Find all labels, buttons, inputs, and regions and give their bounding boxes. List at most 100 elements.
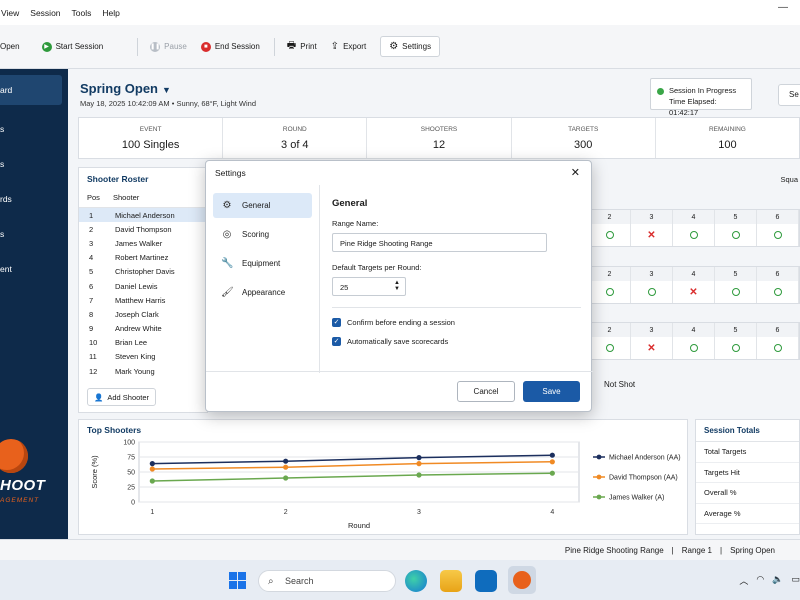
print-button[interactable]: 🖶 Print — [287, 38, 317, 55]
score-cell[interactable]: ✕ — [631, 224, 673, 246]
sidebar-item-5[interactable]: s — [0, 216, 68, 251]
score-cell[interactable] — [631, 281, 673, 303]
sidebar-item-3[interactable]: s — [0, 146, 68, 181]
battery-icon[interactable]: ▭ — [791, 574, 800, 587]
table-row[interactable]: 9 Andrew White — [79, 322, 207, 336]
roster-list: 1 Michael Anderson 2 David Thompson 3 James W… — [79, 208, 207, 378]
table-row[interactable]: 7 Matthew Harris — [79, 293, 207, 307]
row-pos: 4 — [89, 253, 94, 263]
table-row[interactable]: 12 Mark Young — [79, 364, 207, 378]
close-icon[interactable]: ✕ — [571, 166, 580, 179]
header-right-button[interactable]: Se — [778, 84, 800, 106]
x-tick-label: 3 — [417, 509, 421, 516]
taskbar-search[interactable]: ⌕ Search — [258, 570, 396, 592]
nav-equipment[interactable]: 🔧 Equipment — [213, 251, 312, 276]
data-point — [416, 461, 422, 467]
totals-row: Total Targets — [696, 442, 799, 463]
sidebar-item-dashboard[interactable]: ard — [0, 75, 62, 105]
chevron-up-icon[interactable]: ︿ — [739, 574, 748, 587]
end-session-button[interactable]: ■ End Session — [200, 41, 260, 52]
nav-label: General — [242, 201, 271, 210]
default-targets-stepper[interactable]: 25 ▲ ▼ — [332, 277, 406, 296]
event-selector[interactable]: Spring Open ▼ — [80, 81, 171, 96]
table-row[interactable]: 10 Brian Lee — [79, 336, 207, 350]
open-button[interactable]: Open — [0, 42, 20, 51]
top-shooters-panel: Top Shooters 0 25 50 75 100 1 2 3 4 Round Score (%… — [78, 419, 688, 535]
save-button[interactable]: Save — [523, 381, 580, 402]
stat-round: ROUND 3 of 4 — [223, 118, 368, 158]
data-point — [283, 458, 289, 464]
target-number: 4 — [673, 267, 715, 281]
table-row[interactable]: 11 Steven King — [79, 350, 207, 364]
export-button[interactable]: ⇪ Export — [331, 41, 367, 52]
status-range-number: Range 1 — [681, 545, 712, 555]
table-row[interactable]: 3 James Walker — [79, 236, 207, 250]
table-row[interactable]: 6 Daniel Lewis — [79, 279, 207, 293]
start-session-button[interactable]: ▶ Start Session — [41, 41, 103, 52]
score-block-header: 23456 — [589, 210, 799, 224]
row-shooter-name: James Walker — [115, 238, 163, 248]
nav-scoring[interactable]: ◎ Scoring — [213, 222, 312, 247]
settings-button[interactable]: ⚙ Settings — [380, 36, 441, 57]
volume-icon[interactable]: 🔈 — [772, 574, 783, 587]
legend-label: Michael Anderson (AA) — [609, 455, 681, 462]
target-number: 5 — [715, 323, 757, 337]
file-explorer-icon[interactable] — [440, 570, 462, 592]
menu-view[interactable]: View — [1, 8, 30, 18]
wifi-icon[interactable]: ◠ — [756, 574, 764, 587]
page-title: Spring Open — [80, 81, 158, 96]
col-shooter[interactable]: Shooter — [113, 193, 139, 202]
data-point — [283, 464, 289, 470]
app-taskbar-icon[interactable] — [508, 566, 536, 594]
cancel-button[interactable]: Cancel — [457, 381, 515, 402]
nav-appearance[interactable]: 🖌 Appearance — [213, 280, 312, 305]
outlook-icon[interactable] — [475, 570, 497, 592]
menu-help[interactable]: Help — [102, 8, 130, 18]
score-cell[interactable] — [589, 337, 631, 359]
windows-start-icon[interactable] — [229, 572, 246, 589]
score-cell[interactable] — [715, 281, 757, 303]
sidebar-item-2[interactable]: s — [0, 111, 68, 146]
row-pos: 3 — [89, 238, 94, 248]
nav-general[interactable]: ⚙ General — [213, 193, 312, 218]
section-title: General — [332, 198, 368, 209]
score-cell[interactable] — [589, 224, 631, 246]
range-name-input[interactable]: Pine Ridge Shooting Range — [332, 233, 547, 252]
score-cell[interactable] — [673, 337, 715, 359]
score-cell[interactable] — [673, 224, 715, 246]
stat-label: EVENT — [139, 126, 162, 133]
table-row[interactable]: 8 Joseph Clark — [79, 307, 207, 321]
table-row[interactable]: 4 Robert Martinez — [79, 251, 207, 265]
confirm-end-checkbox[interactable]: ✓ Confirm before ending a session — [332, 318, 581, 327]
target-number: 3 — [631, 267, 673, 281]
table-row[interactable]: 2 David Thompson — [79, 222, 207, 236]
score-cell[interactable] — [757, 281, 799, 303]
edge-icon[interactable] — [405, 570, 427, 592]
data-point — [416, 455, 422, 461]
score-cell[interactable]: ✕ — [631, 337, 673, 359]
table-row[interactable]: 5 Christopher Davis — [79, 265, 207, 279]
col-pos[interactable]: Pos — [87, 193, 113, 202]
menu-session[interactable]: Session — [30, 8, 71, 18]
sidebar-item-management[interactable]: ent — [0, 251, 68, 286]
table-row[interactable]: 1 Michael Anderson — [79, 208, 207, 223]
spinner-icon[interactable]: ▲ ▼ — [394, 280, 400, 292]
target-number: 4 — [673, 323, 715, 337]
score-cell[interactable]: ✕ — [673, 281, 715, 303]
menu-tools[interactable]: Tools — [72, 8, 103, 18]
autosave-checkbox[interactable]: ✓ Automatically save scorecards — [332, 337, 581, 346]
stat-value: 100 Singles — [121, 139, 180, 151]
pause-button[interactable]: ❚❚ Pause — [150, 41, 187, 52]
score-cell[interactable] — [757, 337, 799, 359]
time-elapsed: Time Elapsed: 01:42:17 — [669, 97, 717, 117]
score-cell[interactable] — [715, 337, 757, 359]
minimize-icon[interactable]: — — [778, 2, 788, 13]
score-cell[interactable] — [715, 224, 757, 246]
sidebar-item-scorecards[interactable]: rds — [0, 181, 68, 216]
hit-icon — [731, 288, 740, 296]
score-cell[interactable] — [757, 224, 799, 246]
score-cell[interactable] — [589, 281, 631, 303]
squad-label[interactable]: Squa — [780, 175, 798, 184]
add-shooter-button[interactable]: 👤 Add Shooter — [87, 388, 157, 406]
hit-icon — [605, 231, 614, 239]
